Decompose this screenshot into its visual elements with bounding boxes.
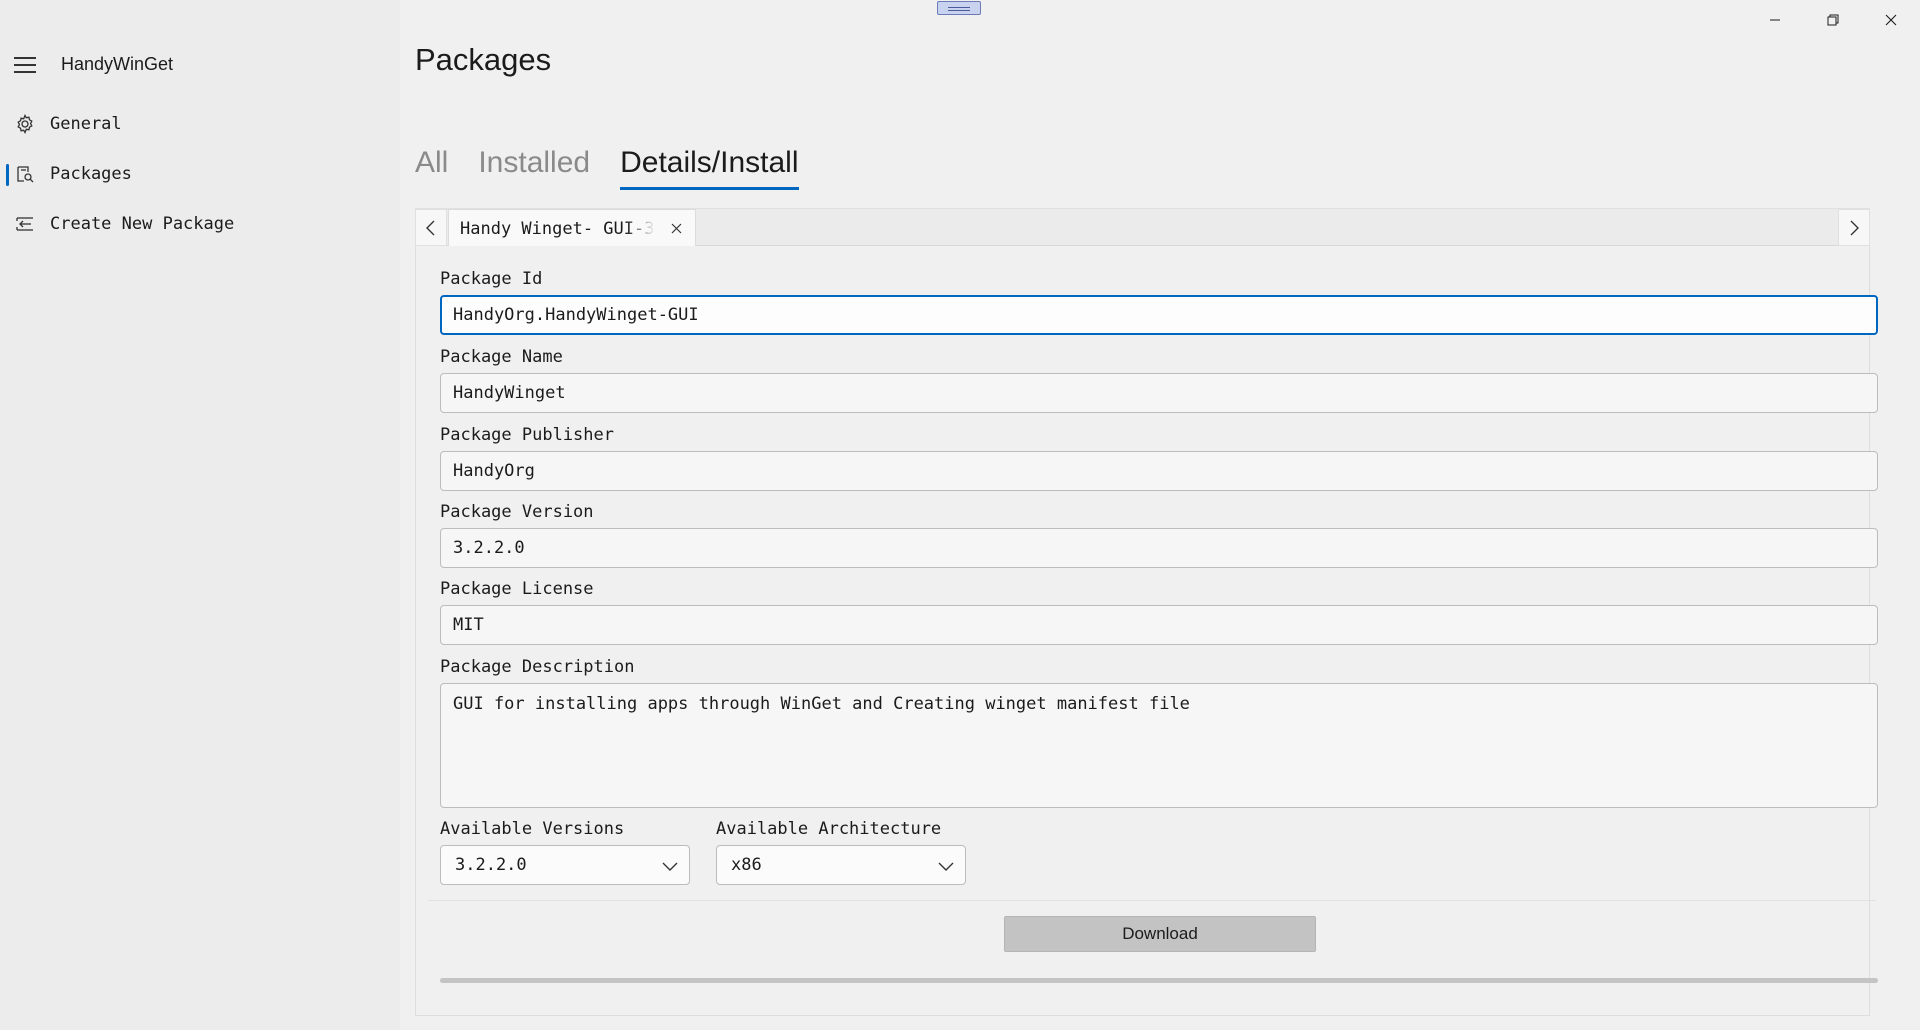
download-progress-bar bbox=[440, 978, 1878, 983]
chevron-down-icon bbox=[662, 862, 678, 871]
available-versions-label: Available Versions bbox=[440, 819, 625, 839]
selection-indicator bbox=[6, 164, 9, 186]
restore-icon bbox=[1827, 14, 1839, 26]
package-publisher-label: Package Publisher bbox=[440, 425, 614, 445]
tab-installed[interactable]: Installed bbox=[478, 146, 590, 186]
package-license-label: Package License bbox=[440, 579, 594, 599]
package-version-field[interactable] bbox=[440, 528, 1878, 568]
package-license-field[interactable] bbox=[440, 605, 1878, 645]
available-versions-select[interactable]: 3.2.2.0 bbox=[440, 845, 690, 885]
app-title: HandyWinGet bbox=[61, 54, 174, 74]
close-window-button[interactable] bbox=[1862, 0, 1920, 40]
package-description-field[interactable]: GUI for installing apps through WinGet a… bbox=[440, 683, 1878, 808]
hamburger-menu-icon[interactable] bbox=[14, 56, 36, 73]
sidebar-item-label: General bbox=[50, 114, 122, 134]
minimize-button[interactable] bbox=[1746, 0, 1804, 40]
package-version-label: Package Version bbox=[440, 502, 594, 522]
package-id-field[interactable] bbox=[440, 295, 1878, 335]
available-architecture-label: Available Architecture bbox=[716, 819, 942, 839]
download-button[interactable]: Download bbox=[1004, 916, 1316, 952]
package-id-label: Package Id bbox=[440, 269, 543, 289]
pivot-tabs: All Installed Details/Install bbox=[415, 146, 829, 190]
available-versions-value: 3.2.2.0 bbox=[455, 855, 527, 875]
sidebar-item-label: Create New Package bbox=[50, 214, 235, 234]
app-window: HandyWinGet General Packages Create New … bbox=[0, 0, 1920, 1030]
sidebar-item-packages[interactable]: Packages bbox=[0, 152, 400, 196]
chevron-right-icon bbox=[1850, 220, 1859, 235]
chevron-down-icon bbox=[938, 862, 954, 871]
sidebar-item-general[interactable]: General bbox=[0, 102, 400, 146]
scroll-tabs-right-button[interactable] bbox=[1838, 209, 1870, 246]
create-package-icon bbox=[14, 213, 36, 235]
package-publisher-field[interactable] bbox=[440, 451, 1878, 491]
tab-all[interactable]: All bbox=[415, 146, 448, 186]
available-architecture-select[interactable]: x86 bbox=[716, 845, 966, 885]
minimize-icon bbox=[1770, 19, 1780, 21]
divider bbox=[428, 900, 1876, 901]
drag-handle[interactable] bbox=[937, 1, 981, 15]
gear-icon bbox=[14, 113, 36, 135]
close-tab-button[interactable] bbox=[667, 219, 685, 237]
package-name-field[interactable] bbox=[440, 373, 1878, 413]
sidebar-item-create-new-package[interactable]: Create New Package bbox=[0, 202, 400, 246]
scroll-tabs-left-button[interactable] bbox=[415, 209, 447, 246]
tab-details-install[interactable]: Details/Install bbox=[620, 146, 799, 190]
close-icon bbox=[671, 223, 681, 233]
page-title: Packages bbox=[415, 42, 552, 77]
document-tab-strip: Handy Winget- GUI-3.2.2.0 bbox=[415, 208, 1870, 247]
restore-button[interactable] bbox=[1804, 0, 1862, 40]
sidebar-item-label: Packages bbox=[50, 164, 132, 184]
package-description-label: Package Description bbox=[440, 657, 635, 677]
document-tab-title: Handy Winget- GUI-3.2.2.0 bbox=[460, 218, 655, 239]
close-icon bbox=[1885, 14, 1897, 26]
document-tab[interactable]: Handy Winget- GUI-3.2.2.0 bbox=[448, 209, 696, 247]
available-architecture-value: x86 bbox=[731, 855, 762, 875]
package-name-label: Package Name bbox=[440, 347, 563, 367]
chevron-left-icon bbox=[426, 220, 435, 235]
app-header: HandyWinGet bbox=[14, 54, 173, 75]
navigation-pane: HandyWinGet General Packages Create New … bbox=[0, 0, 400, 1030]
package-search-icon bbox=[14, 163, 36, 185]
